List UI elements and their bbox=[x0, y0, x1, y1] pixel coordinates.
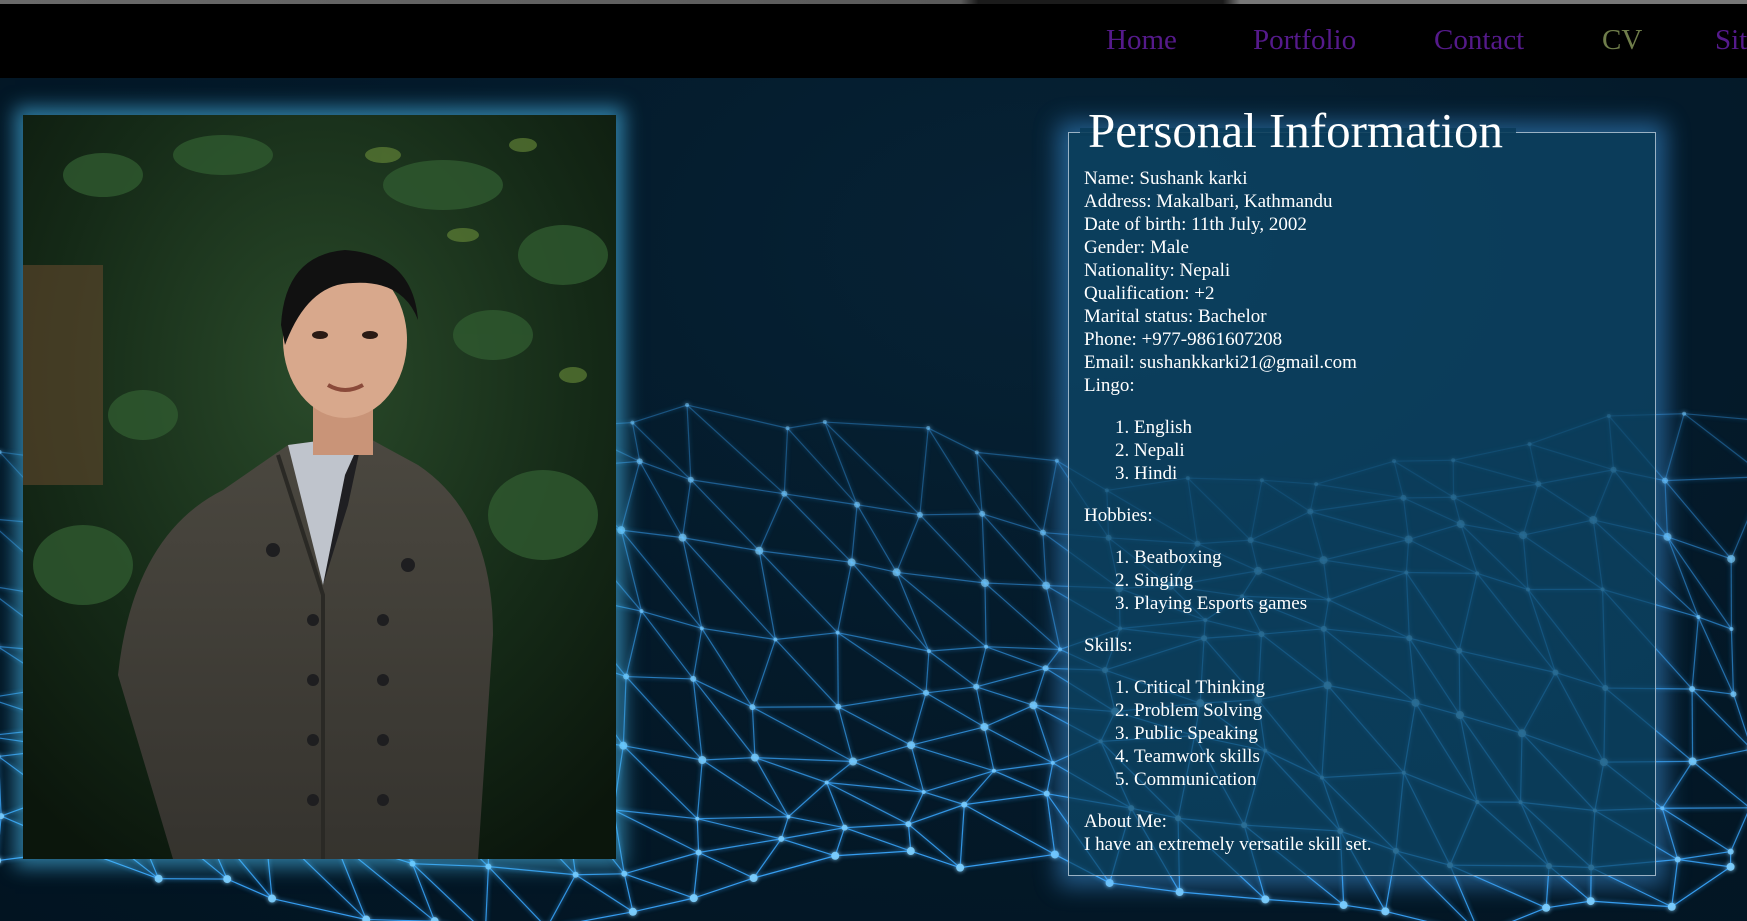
nav-portfolio-link[interactable]: Portfolio bbox=[1253, 24, 1356, 57]
nationality-field: Nationality: Nepali bbox=[1084, 260, 1231, 281]
list-item: Beatboxing bbox=[1134, 546, 1644, 569]
list-item: Problem Solving bbox=[1134, 699, 1644, 722]
phone-field: Phone: +977-9861607208 bbox=[1084, 329, 1283, 350]
list-item: Critical Thinking bbox=[1134, 676, 1644, 699]
address-field: Address: Makalbari, Kathmandu bbox=[1084, 191, 1333, 212]
list-item: Communication bbox=[1134, 768, 1644, 791]
profile-photo bbox=[23, 115, 616, 859]
hobbies-list: Beatboxing Singing Playing Esports games bbox=[1084, 546, 1644, 615]
list-item: Playing Esports games bbox=[1134, 592, 1644, 615]
nav-cv-link[interactable]: CV bbox=[1602, 24, 1642, 57]
list-item: Hindi bbox=[1134, 462, 1644, 485]
nav-site-link[interactable]: Sit bbox=[1715, 24, 1747, 57]
skills-list: Critical Thinking Problem Solving Public… bbox=[1084, 676, 1644, 791]
hobbies-label: Hobbies: bbox=[1084, 505, 1153, 526]
marital-status-field: Marital status: Bachelor bbox=[1084, 306, 1267, 327]
lingo-label: Lingo: bbox=[1084, 375, 1135, 396]
list-item: Nepali bbox=[1134, 439, 1644, 462]
name-field: Name: Sushank karki bbox=[1084, 168, 1248, 189]
list-item: English bbox=[1134, 416, 1644, 439]
dob-field: Date of birth: 11th July, 2002 bbox=[1084, 214, 1307, 235]
list-item: Singing bbox=[1134, 569, 1644, 592]
about-text: I have an extremely versatile skill set. bbox=[1084, 834, 1372, 855]
about-label: About Me: bbox=[1084, 811, 1167, 832]
panel-title: Personal Information bbox=[1088, 103, 1504, 158]
email-field: Email: sushankkarki21@gmail.com bbox=[1084, 352, 1357, 373]
list-item: Teamwork skills bbox=[1134, 745, 1644, 768]
personal-info-content: Name: Sushank karki Address: Makalbari, … bbox=[1084, 167, 1644, 856]
nav-contact-link[interactable]: Contact bbox=[1434, 24, 1524, 57]
skills-label: Skills: bbox=[1084, 635, 1133, 656]
lingo-list: English Nepali Hindi bbox=[1084, 416, 1644, 485]
top-navbar: Home Portfolio Contact CV Sit bbox=[0, 4, 1747, 78]
nav-home-link[interactable]: Home bbox=[1106, 24, 1177, 57]
gender-field: Gender: Male bbox=[1084, 237, 1189, 258]
list-item: Public Speaking bbox=[1134, 722, 1644, 745]
qualification-field: Qualification: +2 bbox=[1084, 283, 1215, 304]
